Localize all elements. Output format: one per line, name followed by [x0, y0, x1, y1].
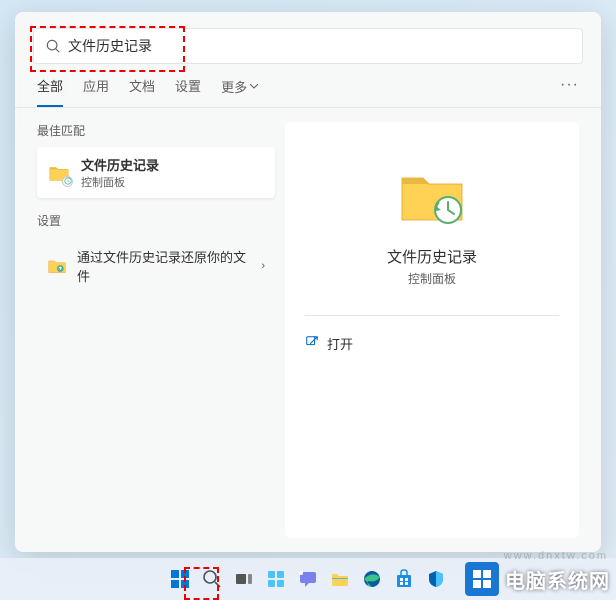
- store-icon[interactable]: [391, 566, 417, 592]
- best-match-label: 最佳匹配: [37, 122, 275, 139]
- search-icon: [46, 39, 60, 53]
- settings-restore-files[interactable]: 通过文件历史记录还原你的文件 ›: [37, 237, 275, 295]
- edge-icon[interactable]: [359, 566, 385, 592]
- search-bar[interactable]: [33, 28, 583, 64]
- settings-item-label: 通过文件历史记录还原你的文件: [77, 247, 251, 285]
- search-input[interactable]: [68, 38, 570, 54]
- file-history-icon: [47, 161, 71, 185]
- result-subtitle: 控制面板: [81, 174, 159, 190]
- widgets-icon[interactable]: [263, 566, 289, 592]
- watermark-text: 电脑系统网: [505, 565, 610, 594]
- watermark-url: www.dnxtw.com: [504, 550, 608, 562]
- preview-subtitle: 控制面板: [408, 270, 456, 287]
- result-title: 文件历史记录: [81, 155, 159, 174]
- search-window: 全部 应用 文档 设置 更多 ··· 最佳匹配 文件历史记录 控制面板: [15, 12, 601, 552]
- watermark-icon: [465, 562, 499, 596]
- content-area: 最佳匹配 文件历史记录 控制面板 设置 通过文件历史记: [15, 108, 601, 538]
- open-icon: [305, 335, 319, 352]
- preview-panel: 文件历史记录 控制面板 打开: [285, 122, 579, 538]
- tab-apps[interactable]: 应用: [83, 76, 109, 107]
- start-button[interactable]: [167, 566, 193, 592]
- security-icon[interactable]: [423, 566, 449, 592]
- results-panel: 最佳匹配 文件历史记录 控制面板 设置 通过文件历史记: [15, 122, 285, 538]
- open-label: 打开: [327, 334, 353, 353]
- clock-badge-icon: [62, 176, 73, 187]
- tab-all[interactable]: 全部: [37, 76, 63, 107]
- explorer-icon[interactable]: [327, 566, 353, 592]
- task-view-icon[interactable]: [231, 566, 257, 592]
- tab-settings[interactable]: 设置: [175, 76, 201, 107]
- tabs-row: 全部 应用 文档 设置 更多 ···: [15, 64, 601, 108]
- divider: [305, 315, 559, 316]
- tab-more[interactable]: 更多: [221, 76, 258, 107]
- tab-docs[interactable]: 文档: [129, 76, 155, 107]
- settings-section-label: 设置: [37, 212, 275, 229]
- tabs-overflow-menu[interactable]: ···: [560, 76, 579, 107]
- preview-title: 文件历史记录: [387, 246, 477, 267]
- chevron-down-icon: [250, 84, 258, 89]
- watermark: 电脑系统网: [465, 562, 610, 596]
- restore-icon: [47, 256, 67, 276]
- preview-icon: [396, 160, 468, 232]
- chevron-right-icon: ›: [261, 260, 265, 272]
- taskbar-search-icon[interactable]: [199, 566, 225, 592]
- best-match-result[interactable]: 文件历史记录 控制面板: [37, 147, 275, 198]
- chat-icon[interactable]: [295, 566, 321, 592]
- open-action[interactable]: 打开: [305, 330, 559, 357]
